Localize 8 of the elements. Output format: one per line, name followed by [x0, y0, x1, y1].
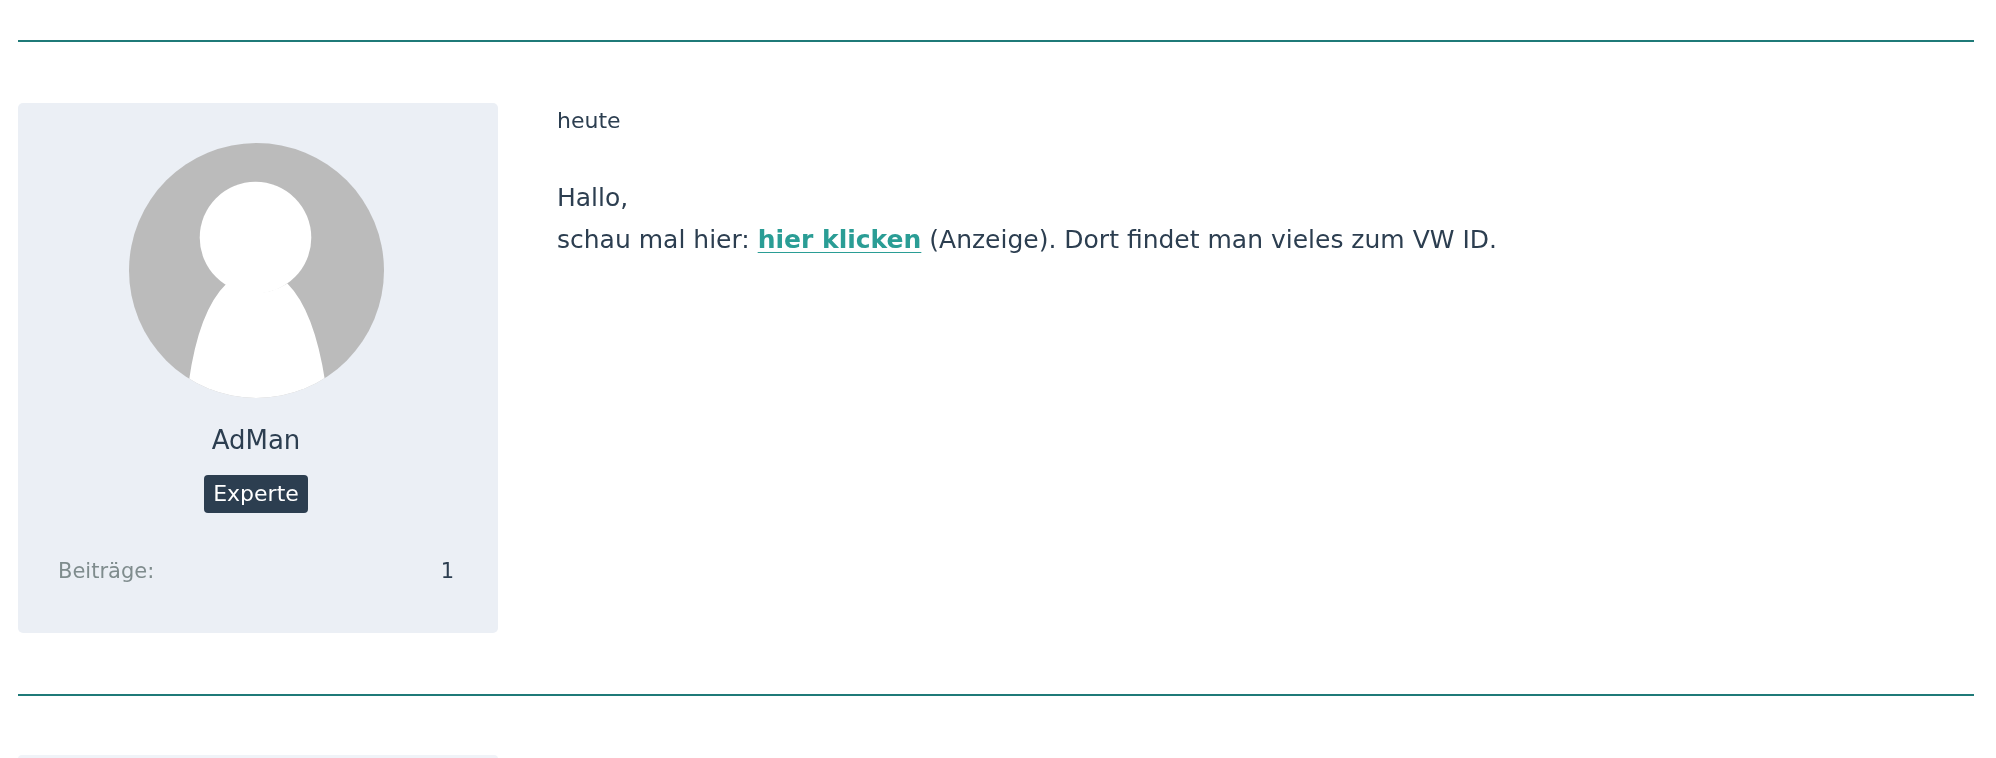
post-text: Hallo, schau mal hier: hier klicken (Anzeige). Dort findet man vieles zum VW ID. [557, 182, 1498, 256]
post-link[interactable]: hier klicken [757, 225, 922, 254]
stat-label: Beiträge: [58, 558, 155, 585]
stat-value: 1 [440, 558, 454, 585]
post-date: heute [557, 107, 622, 135]
avatar-icon [128, 143, 384, 398]
username: AdMan [211, 424, 301, 457]
rank-badge: Experte [204, 475, 308, 513]
